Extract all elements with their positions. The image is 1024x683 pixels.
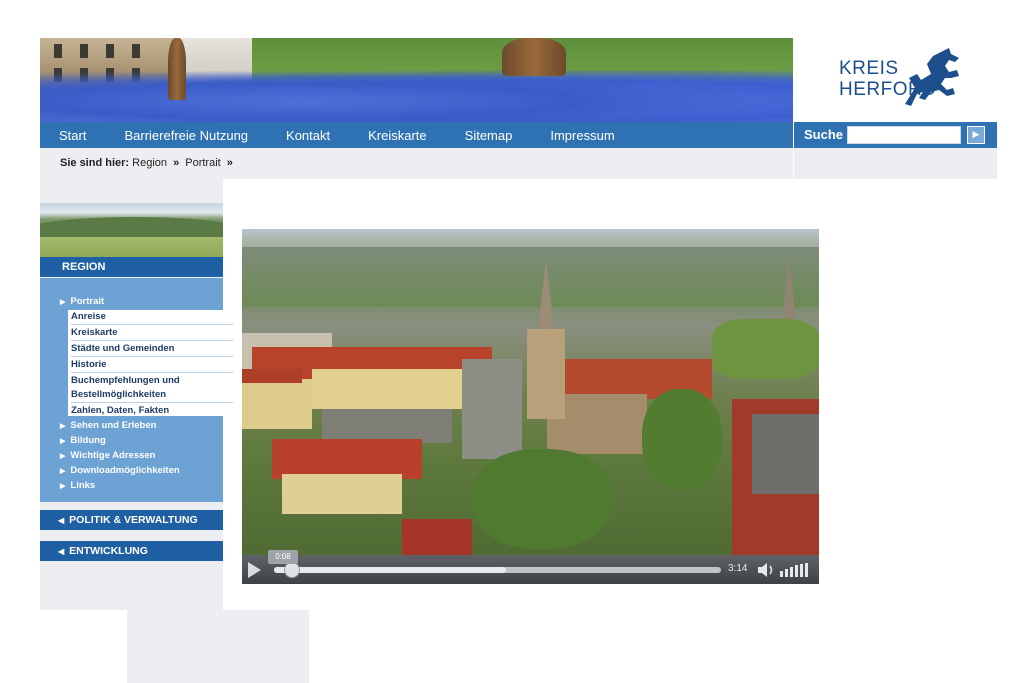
breadcrumb-item-portrait[interactable]: Portrait: [185, 157, 220, 169]
search-submit-button[interactable]: ▶: [967, 126, 985, 144]
volume-level-bars[interactable]: [780, 563, 814, 577]
video-buffered-fill: [274, 567, 507, 573]
menu-item-label: Bildung: [70, 435, 106, 446]
nav-kreiskarte[interactable]: Kreiskarte: [349, 128, 446, 143]
nav-kontakt[interactable]: Kontakt: [267, 128, 349, 143]
triangle-left-icon: ◀: [58, 516, 65, 525]
menu-item-label: Wichtige Adressen: [70, 450, 156, 461]
video-progress-handle[interactable]: [283, 562, 300, 578]
nav-barrierefreie-nutzung[interactable]: Barrierefreie Nutzung: [105, 128, 267, 143]
header-banner-image: [40, 38, 793, 122]
video-duration: 3:14: [728, 563, 748, 574]
sidebar-region-heading[interactable]: REGION: [40, 257, 223, 277]
breadcrumb-filler: [794, 148, 997, 179]
triangle-right-icon: ▶: [60, 438, 66, 445]
video-controls: 3:14: [242, 555, 819, 584]
menu-item-wichtige-adressen[interactable]: ▶ Wichtige Adressen: [60, 450, 155, 461]
nav-start[interactable]: Start: [40, 128, 105, 143]
video-player-frame[interactable]: [242, 229, 819, 555]
video-current-time-tooltip: 0:08: [268, 550, 298, 564]
video-progress-bar[interactable]: [274, 562, 721, 578]
menu-item-label: Portrait: [70, 296, 105, 307]
sidebar-region-menu: ▶ Portrait Anreise Kreiskarte Städte und …: [40, 278, 233, 502]
submenu-item-buchempfehlungen[interactable]: Buchempfehlungen und Bestellmöglichkeite…: [71, 374, 233, 403]
section-label: POLITIK & VERWALTUNG: [69, 514, 198, 526]
menu-item-label: Sehen und Erleben: [70, 420, 157, 431]
menu-item-label: Links: [70, 480, 96, 491]
arrow-right-icon: ▶: [972, 130, 980, 140]
sidebar-section-entwicklung[interactable]: ◀ ENTWICKLUNG: [40, 541, 223, 561]
region-title: REGION: [62, 261, 106, 273]
triangle-right-icon: ▶: [60, 453, 66, 460]
nav-sitemap[interactable]: Sitemap: [446, 128, 532, 143]
submenu-item-zahlen-daten-fakten[interactable]: Zahlen, Daten, Fakten: [71, 404, 233, 418]
submenu: Anreise Kreiskarte Städte und Gemeinden …: [68, 310, 233, 416]
triangle-left-icon: ◀: [58, 547, 65, 556]
menu-item-bildung[interactable]: ▶ Bildung: [60, 435, 106, 446]
breadcrumb-separator: »: [173, 157, 180, 169]
breadcrumb-separator: »: [226, 157, 233, 169]
volume-icon[interactable]: [756, 562, 776, 578]
triangle-right-icon: ▶: [60, 299, 66, 306]
menu-item-portrait[interactable]: ▶ Portrait: [60, 296, 104, 307]
horse-icon: [905, 48, 959, 106]
play-icon[interactable]: [248, 562, 261, 578]
triangle-right-icon: ▶: [60, 468, 66, 475]
region-landscape-image: [40, 203, 223, 257]
sidebar-section-politik-verwaltung[interactable]: ◀ POLITIK & VERWALTUNG: [40, 510, 223, 530]
submenu-item-kreiskarte[interactable]: Kreiskarte: [71, 326, 233, 341]
kreis-herford-logo[interactable]: KREIS HERFORD: [835, 44, 965, 114]
menu-item-sehen-und-erleben[interactable]: ▶ Sehen und Erleben: [60, 420, 156, 431]
search-bar: Suche ▶: [794, 122, 997, 148]
submenu-item-staedte-und-gemeinden[interactable]: Städte und Gemeinden: [71, 342, 233, 357]
menu-item-downloadmoeglichkeiten[interactable]: ▶ Downloadmöglichkeiten: [60, 465, 180, 476]
breadcrumb-item-region[interactable]: Region: [132, 157, 167, 169]
menu-item-links[interactable]: ▶ Links: [60, 480, 95, 491]
submenu-item-historie[interactable]: Historie: [71, 358, 233, 373]
menu-item-label: Downloadmöglichkeiten: [70, 465, 180, 476]
breadcrumb: Sie sind hier: Region » Portrait »: [40, 148, 793, 179]
search-label: Suche: [804, 127, 844, 142]
breadcrumb-label: Sie sind hier:: [60, 157, 130, 169]
submenu-item-anreise[interactable]: Anreise: [71, 310, 233, 325]
nav-impressum[interactable]: Impressum: [531, 128, 633, 143]
triangle-right-icon: ▶: [60, 483, 66, 490]
sidebar-background-lower: [127, 610, 309, 683]
triangle-right-icon: ▶: [60, 423, 66, 430]
section-label: ENTWICKLUNG: [69, 545, 148, 557]
search-input[interactable]: [847, 126, 961, 144]
main-navigation: Start Barrierefreie Nutzung Kontakt Krei…: [40, 122, 793, 148]
